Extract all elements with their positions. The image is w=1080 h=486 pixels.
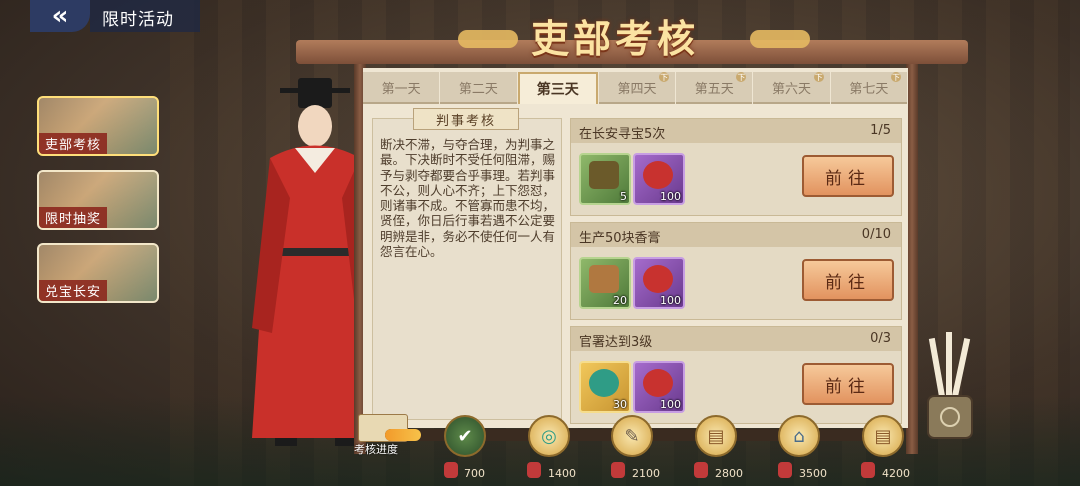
tab-label: 第五天: [694, 81, 734, 97]
sidebar-item-lottery[interactable]: 限时抽奖: [37, 170, 159, 230]
check-icon: ✔: [457, 425, 473, 447]
lock-icon: 下: [736, 72, 747, 82]
description-text: 断决不滞，与夺合理，为判事之最。下决断时不受任何阻滞，赐予与剥夺都要合乎事理。若…: [380, 137, 556, 260]
reward-item[interactable]: 30: [579, 361, 631, 413]
tab-day-5[interactable]: 第五天下: [676, 72, 753, 104]
red-pouch-icon: [444, 462, 458, 478]
reward-item[interactable]: 100: [633, 153, 685, 205]
tab-day-4[interactable]: 第四天下: [598, 72, 676, 104]
reward-item[interactable]: 20: [579, 257, 631, 309]
tab-label: 第一天: [381, 81, 421, 97]
red-pouch-icon: [527, 462, 541, 478]
tab-day-2[interactable]: 第二天: [440, 72, 517, 104]
go-button[interactable]: 前往: [802, 155, 894, 197]
red-pouch-icon: [643, 265, 673, 293]
task-title: 生产50块香膏: [579, 231, 661, 246]
brush-pot-icon: [927, 332, 973, 439]
milestone-reward[interactable]: ◎: [528, 415, 570, 457]
milestone-value: 3500: [799, 467, 827, 480]
red-pouch-icon: [611, 462, 625, 478]
milestone-reward[interactable]: ⌂: [778, 415, 820, 457]
milestone-reward[interactable]: ✎: [611, 415, 653, 457]
sidebar-item-label: 兑宝长安: [39, 280, 108, 301]
lock-icon: 下: [659, 72, 670, 82]
reward-count: 100: [660, 190, 681, 203]
task-progress: 0/3: [870, 331, 891, 346]
sidebar-item-label: 限时抽奖: [39, 207, 108, 228]
reward-count: 100: [660, 294, 681, 307]
page-title: 限时活动: [102, 10, 174, 30]
go-button[interactable]: 前往: [802, 259, 894, 301]
tab-day-7[interactable]: 第七天下: [830, 72, 907, 104]
go-button[interactable]: 前往: [802, 363, 894, 405]
panel-title-plaque: 吏部考核: [470, 6, 760, 64]
red-pouch-icon: [778, 462, 792, 478]
lock-icon: 下: [890, 72, 901, 82]
scroll-icon: ▤: [707, 425, 725, 447]
ingot-icon: [589, 265, 619, 293]
sidebar-item-label: 吏部考核: [39, 133, 108, 154]
reward-count: 30: [613, 398, 627, 411]
lock-icon: 下: [813, 72, 824, 82]
milestone-reward[interactable]: ✔: [444, 415, 486, 457]
panel-title: 吏部考核: [530, 15, 699, 61]
tab-label: 第二天: [458, 81, 498, 97]
jade-icon: [589, 369, 619, 397]
task-title: 官署达到3级: [579, 335, 653, 350]
task-card: 官署达到3级 0/3 30 100 前往: [570, 326, 902, 424]
reward-item[interactable]: 5: [579, 153, 631, 205]
tab-day-3[interactable]: 第三天: [517, 72, 598, 104]
tab-label: 第三天: [536, 82, 579, 98]
sidebar-item-exam[interactable]: 吏部考核: [37, 96, 159, 156]
task-progress: 0/10: [861, 227, 891, 242]
back-button[interactable]: «: [30, 0, 90, 32]
double-chevron-left-icon: «: [51, 1, 69, 31]
red-pouch-icon: [643, 161, 673, 189]
red-pouch-icon: [643, 369, 673, 397]
milestone-reward[interactable]: ▤: [695, 415, 737, 457]
sidebar-item-exchange[interactable]: 兑宝长安: [37, 243, 159, 303]
red-pouch-icon: [694, 462, 708, 478]
milestone-value: 4200: [882, 467, 910, 480]
tab-label: 第六天: [772, 81, 812, 97]
task-card: 在长安寻宝5次 1/5 5 100 前往: [570, 118, 902, 216]
scroll-icon: ▤: [874, 425, 892, 447]
description-title: 判事考核: [413, 108, 519, 130]
reward-count: 100: [660, 398, 681, 411]
reward-item[interactable]: 100: [633, 257, 685, 309]
tab-label: 第七天: [849, 81, 889, 97]
day-tabs: 第一天 第二天 第三天 第四天下 第五天下 第六天下 第七天下: [363, 72, 908, 104]
reward-count: 20: [613, 294, 627, 307]
task-progress: 1/5: [870, 123, 891, 138]
chest-icon: [589, 161, 619, 189]
milestone-value: 2100: [632, 467, 660, 480]
progress-fill: [385, 429, 422, 441]
tab-label: 第四天: [617, 81, 657, 97]
tab-day-6[interactable]: 第六天下: [753, 72, 830, 104]
brush-icon: ✎: [624, 425, 640, 447]
reward-item[interactable]: 100: [633, 361, 685, 413]
jade-icon: ◎: [541, 425, 557, 447]
milestone-value: 2800: [715, 467, 743, 480]
tab-day-1[interactable]: 第一天: [363, 72, 440, 104]
milestone-value: 700: [464, 467, 485, 480]
reward-count: 5: [620, 190, 627, 203]
progress-label: 考核进度: [354, 443, 398, 456]
building-icon: ⌂: [793, 425, 805, 447]
task-card: 生产50块香膏 0/10 20 100 前往: [570, 222, 902, 320]
milestone-value: 1400: [548, 467, 576, 480]
task-title: 在长安寻宝5次: [579, 127, 666, 142]
milestone-reward[interactable]: ▤: [862, 415, 904, 457]
red-pouch-icon: [861, 462, 875, 478]
